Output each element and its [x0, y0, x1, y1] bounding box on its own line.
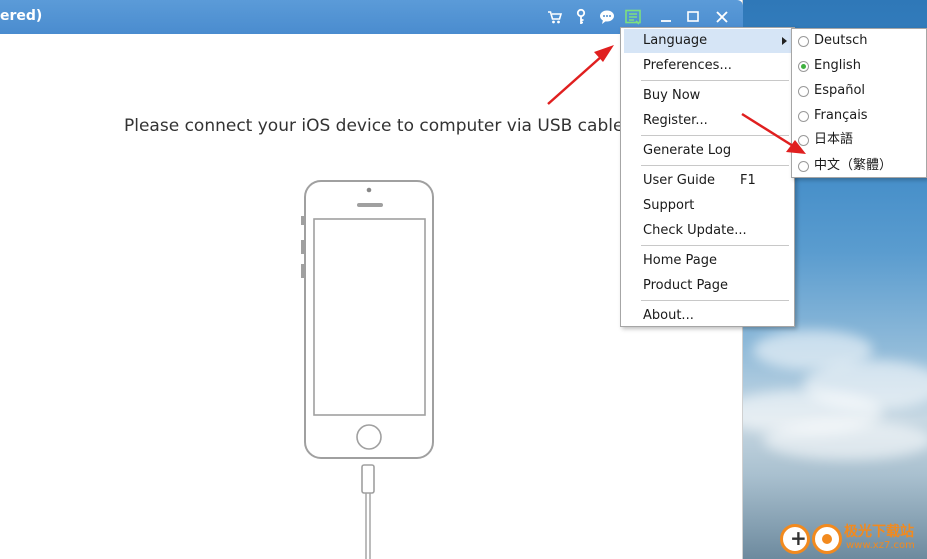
- radio-button-icon: [798, 86, 809, 97]
- cloud: [763, 420, 927, 460]
- menu-item-preferences[interactable]: Preferences...: [624, 54, 791, 78]
- menu-item-support[interactable]: Support: [624, 194, 791, 218]
- menu-item-generate-log[interactable]: Generate Log: [624, 139, 791, 163]
- radio-button-icon: [798, 161, 809, 172]
- menu-item-label: Preferences...: [643, 58, 732, 73]
- language-label: Deutsch: [814, 33, 868, 48]
- language-label: 中文（繁體）: [814, 158, 893, 173]
- menu-item-label: About...: [643, 308, 694, 323]
- menu-separator: [641, 135, 789, 136]
- menu-item-check-update[interactable]: Check Update...: [624, 219, 791, 243]
- menu-separator: [641, 80, 789, 81]
- menu-item-label: Home Page: [643, 253, 717, 268]
- language-option-english[interactable]: English: [798, 55, 861, 77]
- menu-separator: [641, 165, 789, 166]
- window-title: ered): [0, 8, 43, 24]
- menu-item-user-guide[interactable]: User Guide F1: [624, 169, 791, 193]
- watermark-text: 极光下载站: [844, 524, 914, 540]
- menu-item-label: User Guide: [643, 173, 715, 188]
- watermark-logo: 极光下载站 www.xz7.com: [778, 520, 927, 559]
- settings-menu: Language Preferences... Buy Now Register…: [620, 27, 795, 327]
- watermark-url: www.xz7.com: [846, 540, 915, 551]
- menu-item-language[interactable]: Language: [624, 29, 791, 53]
- watermark-plus-icon: [780, 524, 810, 554]
- menu-item-register[interactable]: Register...: [624, 109, 791, 133]
- menu-shortcut: F1: [740, 173, 756, 188]
- language-label: English: [814, 58, 861, 73]
- menu-list-icon[interactable]: [624, 8, 642, 26]
- language-label: 日本語: [814, 132, 854, 147]
- menu-item-buy-now[interactable]: Buy Now: [624, 84, 791, 108]
- chat-icon[interactable]: [598, 8, 616, 26]
- menu-item-label: Generate Log: [643, 143, 732, 158]
- language-option-japanese[interactable]: 日本語: [798, 129, 853, 151]
- cart-icon[interactable]: [546, 8, 564, 26]
- language-label: Español: [814, 83, 866, 98]
- iphone-illustration: [301, 180, 434, 559]
- key-icon[interactable]: [572, 8, 590, 26]
- maximize-icon[interactable]: [684, 8, 702, 26]
- menu-item-label: Support: [643, 198, 695, 213]
- menu-item-home-page[interactable]: Home Page: [624, 249, 791, 273]
- menu-item-label: Product Page: [643, 278, 728, 293]
- menu-item-label: Buy Now: [643, 88, 701, 103]
- radio-button-icon: [798, 135, 809, 146]
- language-option-traditional-chinese[interactable]: 中文（繁體）: [798, 155, 892, 177]
- menu-separator: [641, 245, 789, 246]
- menu-item-label: Language: [643, 33, 708, 48]
- language-option-francais[interactable]: Français: [798, 105, 868, 127]
- watermark-dot-icon: [812, 524, 842, 554]
- menu-item-product-page[interactable]: Product Page: [624, 274, 791, 298]
- submenu-arrow-icon: [782, 37, 787, 45]
- radio-selected-icon: [798, 61, 809, 72]
- menu-item-about[interactable]: About...: [624, 304, 791, 328]
- radio-button-icon: [798, 36, 809, 47]
- language-label: Français: [814, 108, 868, 123]
- close-icon[interactable]: [713, 8, 731, 26]
- language-submenu: Deutsch English Español Français 日本語 中文（…: [791, 28, 927, 178]
- menu-item-label: Check Update...: [643, 223, 747, 238]
- menu-separator: [641, 300, 789, 301]
- minimize-icon[interactable]: [657, 8, 675, 26]
- language-option-espanol[interactable]: Español: [798, 80, 865, 102]
- radio-button-icon: [798, 111, 809, 122]
- menu-item-label: Register...: [643, 113, 708, 128]
- connect-device-message: Please connect your iOS device to comput…: [124, 116, 624, 136]
- language-option-deutsch[interactable]: Deutsch: [798, 30, 868, 52]
